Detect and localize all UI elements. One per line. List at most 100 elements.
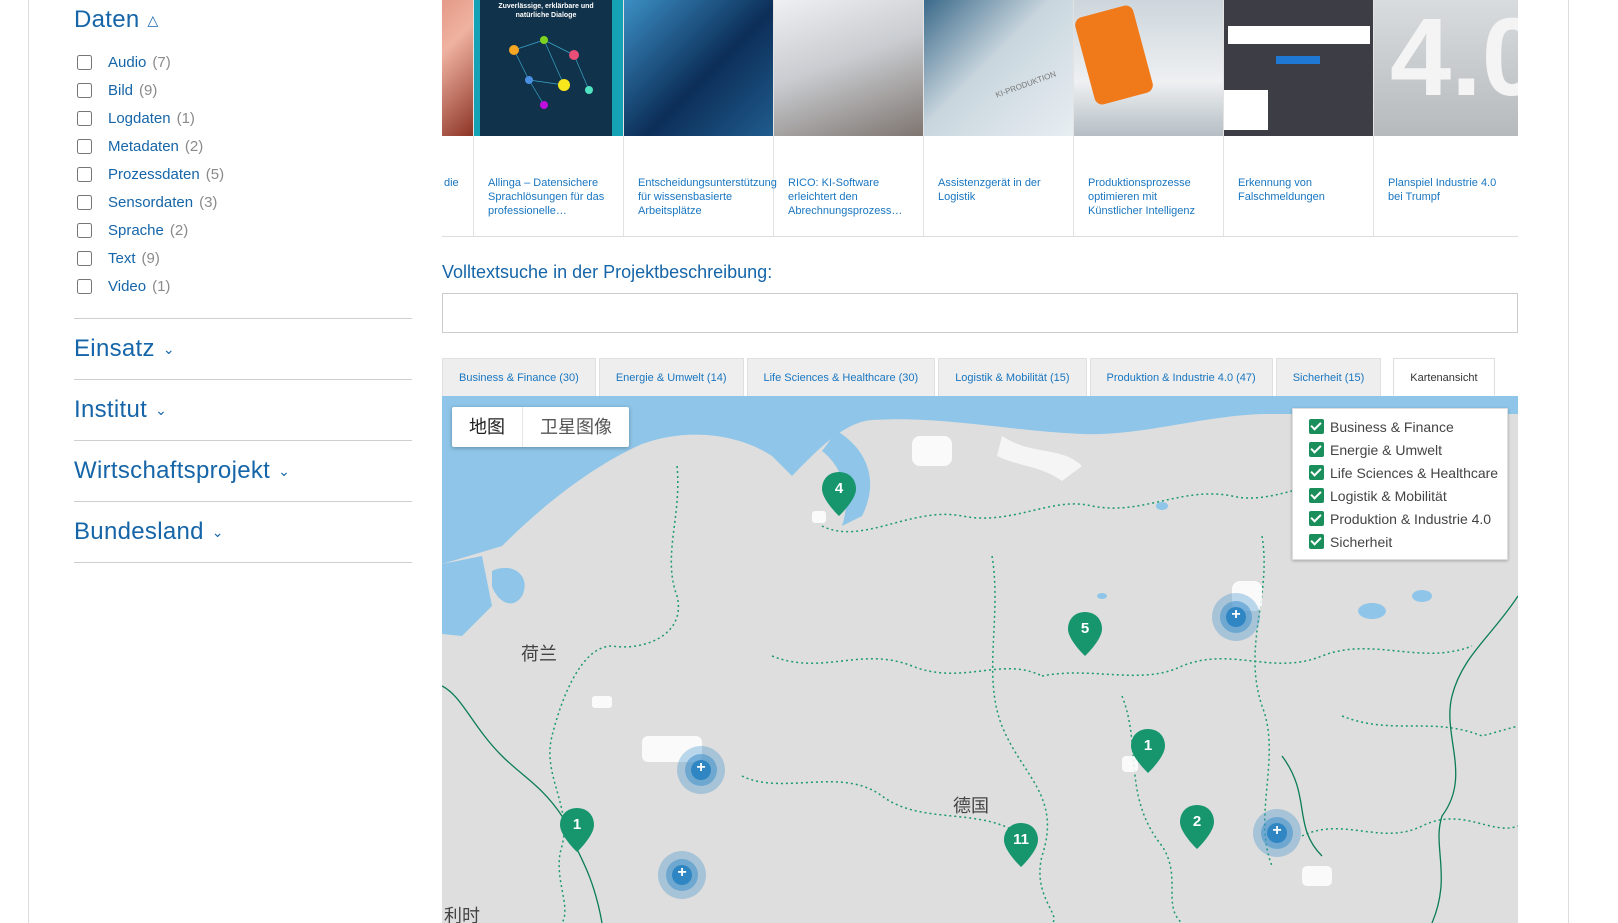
filter-item-metadaten[interactable]: Metadaten (2) <box>74 132 412 160</box>
project-card[interactable]: Zuverlässige, erklärbare und natürliche … <box>474 0 624 236</box>
project-card[interactable]: RICO: KI-Software erleichtert den Abrech… <box>774 0 924 236</box>
tab-produktion[interactable]: Produktion & Industrie 4.0 (47) <box>1089 358 1273 396</box>
project-thumbnail <box>442 0 473 136</box>
project-thumbnail: 4.0 <box>1374 0 1518 136</box>
facet-einsatz-toggle[interactable]: Einsatz ⌄ <box>74 335 412 363</box>
map-cluster-marker[interactable]: + <box>1253 809 1301 857</box>
map-label-belgium: 利时 <box>444 906 480 923</box>
project-card[interactable]: KI-PRODUKTION Assistenzgerät in der Logi… <box>924 0 1074 236</box>
network-illustration <box>509 36 593 109</box>
legend-label: Produktion & Industrie 4.0 <box>1330 510 1492 527</box>
filter-item-prozessdaten[interactable]: Prozessdaten (5) <box>74 160 412 188</box>
checkbox-sprache[interactable] <box>77 222 92 238</box>
checkbox-logdaten[interactable] <box>77 110 92 126</box>
tab-kartenansicht[interactable]: Kartenansicht <box>1393 358 1495 396</box>
tab-logistik[interactable]: Logistik & Mobilität (15) <box>938 358 1087 396</box>
project-card[interactable]: 4.0 Planspiel Industrie 4.0 bei Trumpf <box>1374 0 1518 236</box>
checkbox-video[interactable] <box>77 278 92 294</box>
chevron-down-icon: ⌄ <box>211 523 224 540</box>
legend-item-energie-umwelt[interactable]: Energie & Umwelt <box>1309 438 1507 461</box>
legend-item-business-finance[interactable]: Business & Finance <box>1309 415 1507 438</box>
map-pin-marker[interactable]: 1 <box>560 808 594 852</box>
thumbnail-text: KI-PRODUKTION <box>994 69 1058 100</box>
filter-item-video[interactable]: Video (1) <box>74 272 412 300</box>
checkbox-metadaten[interactable] <box>77 138 92 154</box>
checkbox-prozessdaten[interactable] <box>77 166 92 182</box>
tab-business-finance[interactable]: Business & Finance (30) <box>442 358 596 396</box>
cluster-plus-icon: + <box>1231 606 1241 623</box>
filter-count: (5) <box>205 165 225 183</box>
legend-item-produktion[interactable]: Produktion & Industrie 4.0 <box>1309 507 1507 530</box>
project-thumbnail <box>1224 0 1373 136</box>
pin-count: 5 <box>1080 620 1090 637</box>
filter-label: Sensordaten <box>108 193 194 211</box>
filter-label: Prozessdaten <box>108 165 200 183</box>
legend-item-life-sciences[interactable]: Life Sciences & Healthcare <box>1309 461 1507 484</box>
checkbox-checked-icon[interactable] <box>1309 442 1324 457</box>
facet-bundesland-toggle[interactable]: Bundesland ⌄ <box>74 518 412 546</box>
search-label: Volltextsuche in der Projektbeschreibung… <box>442 262 773 282</box>
map-pin-marker[interactable]: 4 <box>822 472 856 516</box>
project-map[interactable]: 地图 卫星图像 Business & Finance Energie & Umw… <box>442 396 1518 923</box>
filter-label: Sprache <box>108 221 164 239</box>
project-card[interactable]: Erkennung von Falschmeldungen <box>1224 0 1374 236</box>
checkbox-checked-icon[interactable] <box>1309 465 1324 480</box>
facet-institut-toggle[interactable]: Institut ⌄ <box>74 396 412 424</box>
checkbox-sensordaten[interactable] <box>77 194 92 210</box>
thumbnail-text: 4.0 <box>1390 0 1518 119</box>
filter-count: (9) <box>139 81 158 99</box>
filter-item-logdaten[interactable]: Logdaten (1) <box>74 104 412 132</box>
project-card[interactable]: Entscheidungsunterstützung für wissensba… <box>624 0 777 236</box>
map-pin-marker[interactable]: 5 <box>1068 612 1102 656</box>
filter-item-audio[interactable]: Audio (7) <box>74 48 412 76</box>
filter-item-bild[interactable]: Bild (9) <box>74 76 412 104</box>
filter-count: (7) <box>152 53 171 71</box>
project-caption: Produktionsprozesse optimieren mit Künst… <box>1088 177 1196 217</box>
legend-label: Business & Finance <box>1330 418 1454 435</box>
checkbox-bild[interactable] <box>77 82 92 98</box>
tab-energie-umwelt[interactable]: Energie & Umwelt (14) <box>598 358 744 396</box>
project-card[interactable]: die <box>442 0 474 236</box>
map-type-satellite-button[interactable]: 卫星图像 <box>522 407 629 447</box>
checkbox-checked-icon[interactable] <box>1309 488 1324 503</box>
checkbox-audio[interactable] <box>77 54 92 70</box>
filter-item-sprache[interactable]: Sprache (2) <box>74 216 412 244</box>
filter-item-sensordaten[interactable]: Sensordaten (3) <box>74 188 412 216</box>
pin-count: 1 <box>1143 737 1153 754</box>
project-caption: die <box>444 177 459 189</box>
divider <box>74 440 412 441</box>
checkbox-checked-icon[interactable] <box>1309 511 1324 526</box>
chevron-down-icon: ⌄ <box>162 340 175 357</box>
tab-life-sciences[interactable]: Life Sciences & Healthcare (30) <box>746 358 936 396</box>
facet-daten-toggle[interactable]: Daten △ <box>74 6 412 34</box>
legend-item-sicherheit[interactable]: Sicherheit <box>1309 530 1507 553</box>
pin-count: 4 <box>834 480 844 497</box>
project-card[interactable]: Produktionsprozesse optimieren mit Künst… <box>1074 0 1224 236</box>
map-pin-marker[interactable]: 2 <box>1180 805 1214 849</box>
map-cluster-marker[interactable]: + <box>1212 593 1260 641</box>
tab-sicherheit[interactable]: Sicherheit (15) <box>1275 358 1382 396</box>
filter-count: (2) <box>169 221 189 239</box>
pin-count: 1 <box>572 816 582 833</box>
chevron-up-icon: △ <box>147 11 159 28</box>
map-type-roadmap-button[interactable]: 地图 <box>452 407 522 447</box>
project-thumbnail <box>1074 0 1223 136</box>
filter-label: Text <box>108 249 136 267</box>
filter-count: (1) <box>176 109 195 127</box>
filter-item-text[interactable]: Text (9) <box>74 244 412 272</box>
checkbox-checked-icon[interactable] <box>1309 419 1324 434</box>
legend-item-logistik[interactable]: Logistik & Mobilität <box>1309 484 1507 507</box>
fulltext-search-input[interactable] <box>442 293 1518 333</box>
checkbox-checked-icon[interactable] <box>1309 534 1324 549</box>
checkbox-text[interactable] <box>77 250 92 266</box>
map-cluster-marker[interactable]: + <box>677 746 725 794</box>
map-cluster-marker[interactable]: + <box>658 851 706 899</box>
filter-label: Video <box>108 277 147 295</box>
map-pin-marker[interactable]: 11 <box>1004 823 1038 867</box>
chevron-down-icon: ⌄ <box>155 401 168 418</box>
cluster-plus-icon: + <box>677 864 687 881</box>
facet-wirtschaftsprojekt-toggle[interactable]: Wirtschaftsprojekt ⌄ <box>74 457 412 485</box>
legend-label: Sicherheit <box>1330 533 1393 550</box>
map-pin-marker[interactable]: 1 <box>1131 729 1165 773</box>
pin-count: 2 <box>1192 813 1202 830</box>
